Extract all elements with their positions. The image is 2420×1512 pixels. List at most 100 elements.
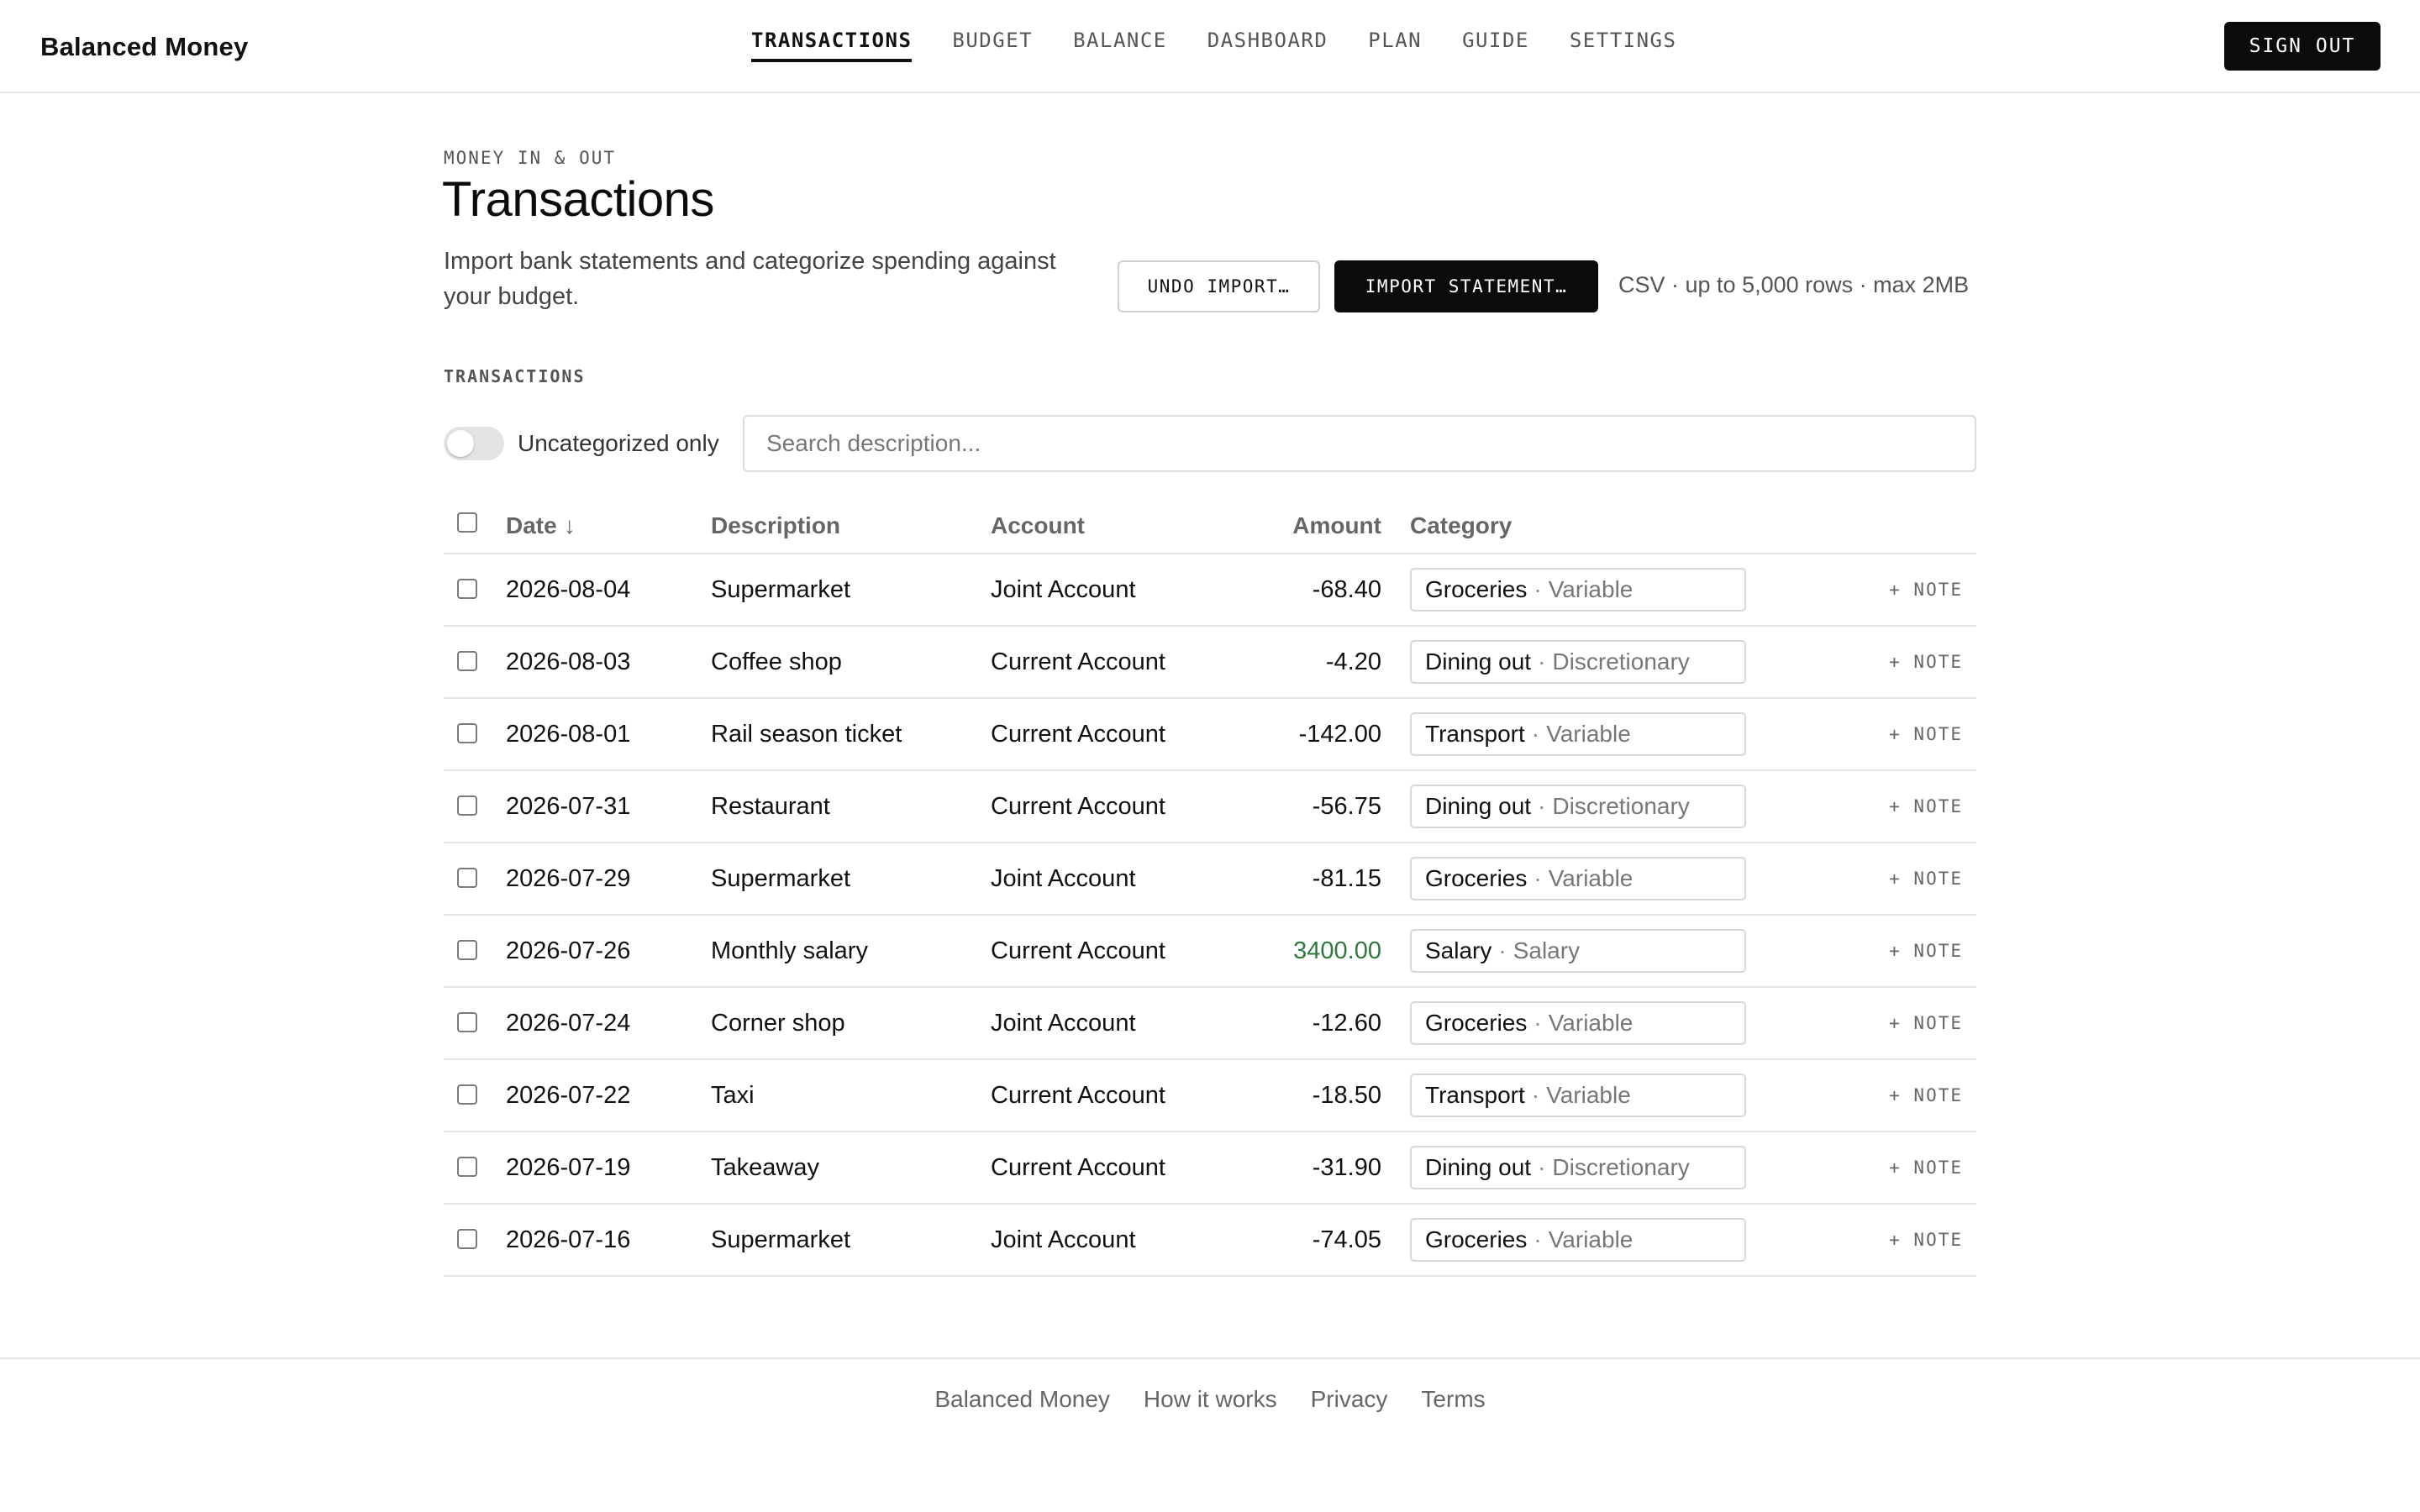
cell-description: Supermarket xyxy=(711,865,851,892)
column-header-description: Description xyxy=(711,512,841,538)
nav-item-budget[interactable]: BUDGET xyxy=(952,29,1033,62)
add-note-button[interactable]: + NOTE xyxy=(1889,1230,1963,1250)
page-subtitle: Import bank statements and categorize sp… xyxy=(444,248,1056,310)
nav-item-plan[interactable]: PLAN xyxy=(1368,29,1422,62)
category-select[interactable]: Dining out · Discretionary xyxy=(1410,785,1746,828)
undo-import-button[interactable]: UNDO IMPORT… xyxy=(1118,260,1320,312)
uncategorized-toggle-label[interactable]: Uncategorized only xyxy=(518,430,719,457)
cell-amount: -74.05 xyxy=(1312,1226,1381,1253)
category-name: Salary xyxy=(1425,937,1492,963)
table-row[interactable]: 2026-08-01 Rail season ticket Current Acco… xyxy=(444,699,1976,771)
category-separator: · xyxy=(1538,1154,1546,1180)
table-row[interactable]: 2026-07-22 Taxi Current Account -18.50 Trans… xyxy=(444,1060,1976,1132)
row-checkbox[interactable] xyxy=(457,723,477,743)
category-select[interactable]: Dining out · Discretionary xyxy=(1410,640,1746,684)
brand-logo[interactable]: Balanced Money xyxy=(40,32,248,62)
sort-arrow-down-icon: ↓ xyxy=(563,512,576,538)
footer-link-balanced-money[interactable]: Balanced Money xyxy=(934,1386,1110,1413)
footer-link-terms[interactable]: Terms xyxy=(1421,1386,1485,1413)
category-separator: · xyxy=(1534,865,1542,891)
cell-account: Current Account xyxy=(991,793,1165,820)
cell-date: 2026-07-26 xyxy=(506,937,631,964)
category-select[interactable]: Groceries · Variable xyxy=(1410,857,1746,900)
cell-account: Joint Account xyxy=(991,865,1136,892)
table-row[interactable]: 2026-07-31 Restaurant Current Account -56.7… xyxy=(444,771,1976,843)
row-checkbox[interactable] xyxy=(457,868,477,888)
main-nav: TRANSACTIONS BUDGET BALANCE DASHBOARD PLAN GU… xyxy=(751,29,1676,62)
cell-date: 2026-08-04 xyxy=(506,576,631,603)
category-name: Groceries xyxy=(1425,1010,1528,1036)
add-note-button[interactable]: + NOTE xyxy=(1889,1013,1963,1033)
category-select[interactable]: Groceries · Variable xyxy=(1410,568,1746,612)
uncategorized-toggle[interactable] xyxy=(444,427,504,460)
cell-amount: -4.20 xyxy=(1325,648,1381,675)
footer-link-how-it-works[interactable]: How it works xyxy=(1144,1386,1277,1413)
add-note-button[interactable]: + NOTE xyxy=(1889,1158,1963,1178)
row-checkbox[interactable] xyxy=(457,795,477,816)
nav-item-balance[interactable]: BALANCE xyxy=(1073,29,1167,62)
category-select[interactable]: Transport · Variable xyxy=(1410,712,1746,756)
add-note-button[interactable]: + NOTE xyxy=(1889,652,1963,672)
table-row[interactable]: 2026-08-04 Supermarket Joint Account -68.40… xyxy=(444,554,1976,627)
cell-account: Current Account xyxy=(991,1154,1165,1181)
cell-description: Restaurant xyxy=(711,793,830,820)
cell-amount: -31.90 xyxy=(1312,1154,1381,1181)
page-eyebrow: MONEY IN & OUT xyxy=(444,148,617,168)
row-checkbox[interactable] xyxy=(457,651,477,671)
footer-link-privacy[interactable]: Privacy xyxy=(1311,1386,1388,1413)
category-group: Variable xyxy=(1548,1010,1634,1036)
cell-amount: -12.60 xyxy=(1312,1010,1381,1037)
cell-description: Rail season ticket xyxy=(711,721,902,748)
table-row[interactable]: 2026-07-24 Corner shop Joint Account -12.60… xyxy=(444,988,1976,1060)
add-note-button[interactable]: + NOTE xyxy=(1889,1085,1963,1105)
category-separator: · xyxy=(1538,648,1546,675)
row-checkbox[interactable] xyxy=(457,1084,477,1105)
category-separator: · xyxy=(1531,721,1540,747)
table-row[interactable]: 2026-08-03 Coffee shop Current Account -4.2… xyxy=(444,627,1976,699)
row-checkbox[interactable] xyxy=(457,1229,477,1249)
nav-item-dashboard[interactable]: DASHBOARD xyxy=(1207,29,1328,62)
column-header-date[interactable]: Date ↓ xyxy=(506,512,576,539)
search-input[interactable] xyxy=(743,415,1976,472)
nav-item-guide[interactable]: GUIDE xyxy=(1462,29,1529,62)
category-select[interactable]: Salary · Salary xyxy=(1410,929,1746,973)
table-row[interactable]: 2026-07-19 Takeaway Current Account -31.90 D… xyxy=(444,1132,1976,1205)
section-label-transactions: TRANSACTIONS xyxy=(444,366,586,386)
sign-out-button[interactable]: SIGN OUT xyxy=(2224,22,2381,71)
table-row[interactable]: 2026-07-29 Supermarket Joint Account -81.15… xyxy=(444,843,1976,916)
column-header-category: Category xyxy=(1410,512,1512,538)
cell-description: Taxi xyxy=(711,1082,755,1109)
cell-description: Supermarket xyxy=(711,1226,851,1253)
cell-date: 2026-08-01 xyxy=(506,721,631,748)
add-note-button[interactable]: + NOTE xyxy=(1889,796,1963,816)
add-note-button[interactable]: + NOTE xyxy=(1889,724,1963,744)
cell-description: Supermarket xyxy=(711,576,851,603)
add-note-button[interactable]: + NOTE xyxy=(1889,941,1963,961)
add-note-button[interactable]: + NOTE xyxy=(1889,869,1963,889)
category-group: Variable xyxy=(1548,576,1634,602)
select-all-checkbox[interactable] xyxy=(457,512,477,533)
category-group: Variable xyxy=(1548,1226,1634,1252)
category-select[interactable]: Groceries · Variable xyxy=(1410,1001,1746,1045)
cell-account: Joint Account xyxy=(991,576,1136,603)
category-select[interactable]: Groceries · Variable xyxy=(1410,1218,1746,1262)
category-name: Groceries xyxy=(1425,1226,1528,1252)
nav-item-settings[interactable]: SETTINGS xyxy=(1570,29,1677,62)
add-note-button[interactable]: + NOTE xyxy=(1889,580,1963,600)
category-select[interactable]: Dining out · Discretionary xyxy=(1410,1146,1746,1189)
table-row[interactable]: 2026-07-26 Monthly salary Current Account 3… xyxy=(444,916,1976,988)
category-group: Variable xyxy=(1546,721,1631,747)
row-checkbox[interactable] xyxy=(457,1157,477,1177)
cell-amount: -18.50 xyxy=(1312,1082,1381,1109)
row-checkbox[interactable] xyxy=(457,940,477,960)
table-row[interactable]: 2026-07-16 Supermarket Joint Account -74.05… xyxy=(444,1205,1976,1277)
row-checkbox[interactable] xyxy=(457,579,477,599)
category-separator: · xyxy=(1534,1226,1542,1252)
cell-account: Current Account xyxy=(991,721,1165,748)
category-select[interactable]: Transport · Variable xyxy=(1410,1074,1746,1117)
category-name: Dining out xyxy=(1425,793,1532,819)
nav-item-transactions[interactable]: TRANSACTIONS xyxy=(751,29,913,62)
category-name: Dining out xyxy=(1425,648,1532,675)
import-statement-button[interactable]: IMPORT STATEMENT… xyxy=(1334,260,1598,312)
row-checkbox[interactable] xyxy=(457,1012,477,1032)
